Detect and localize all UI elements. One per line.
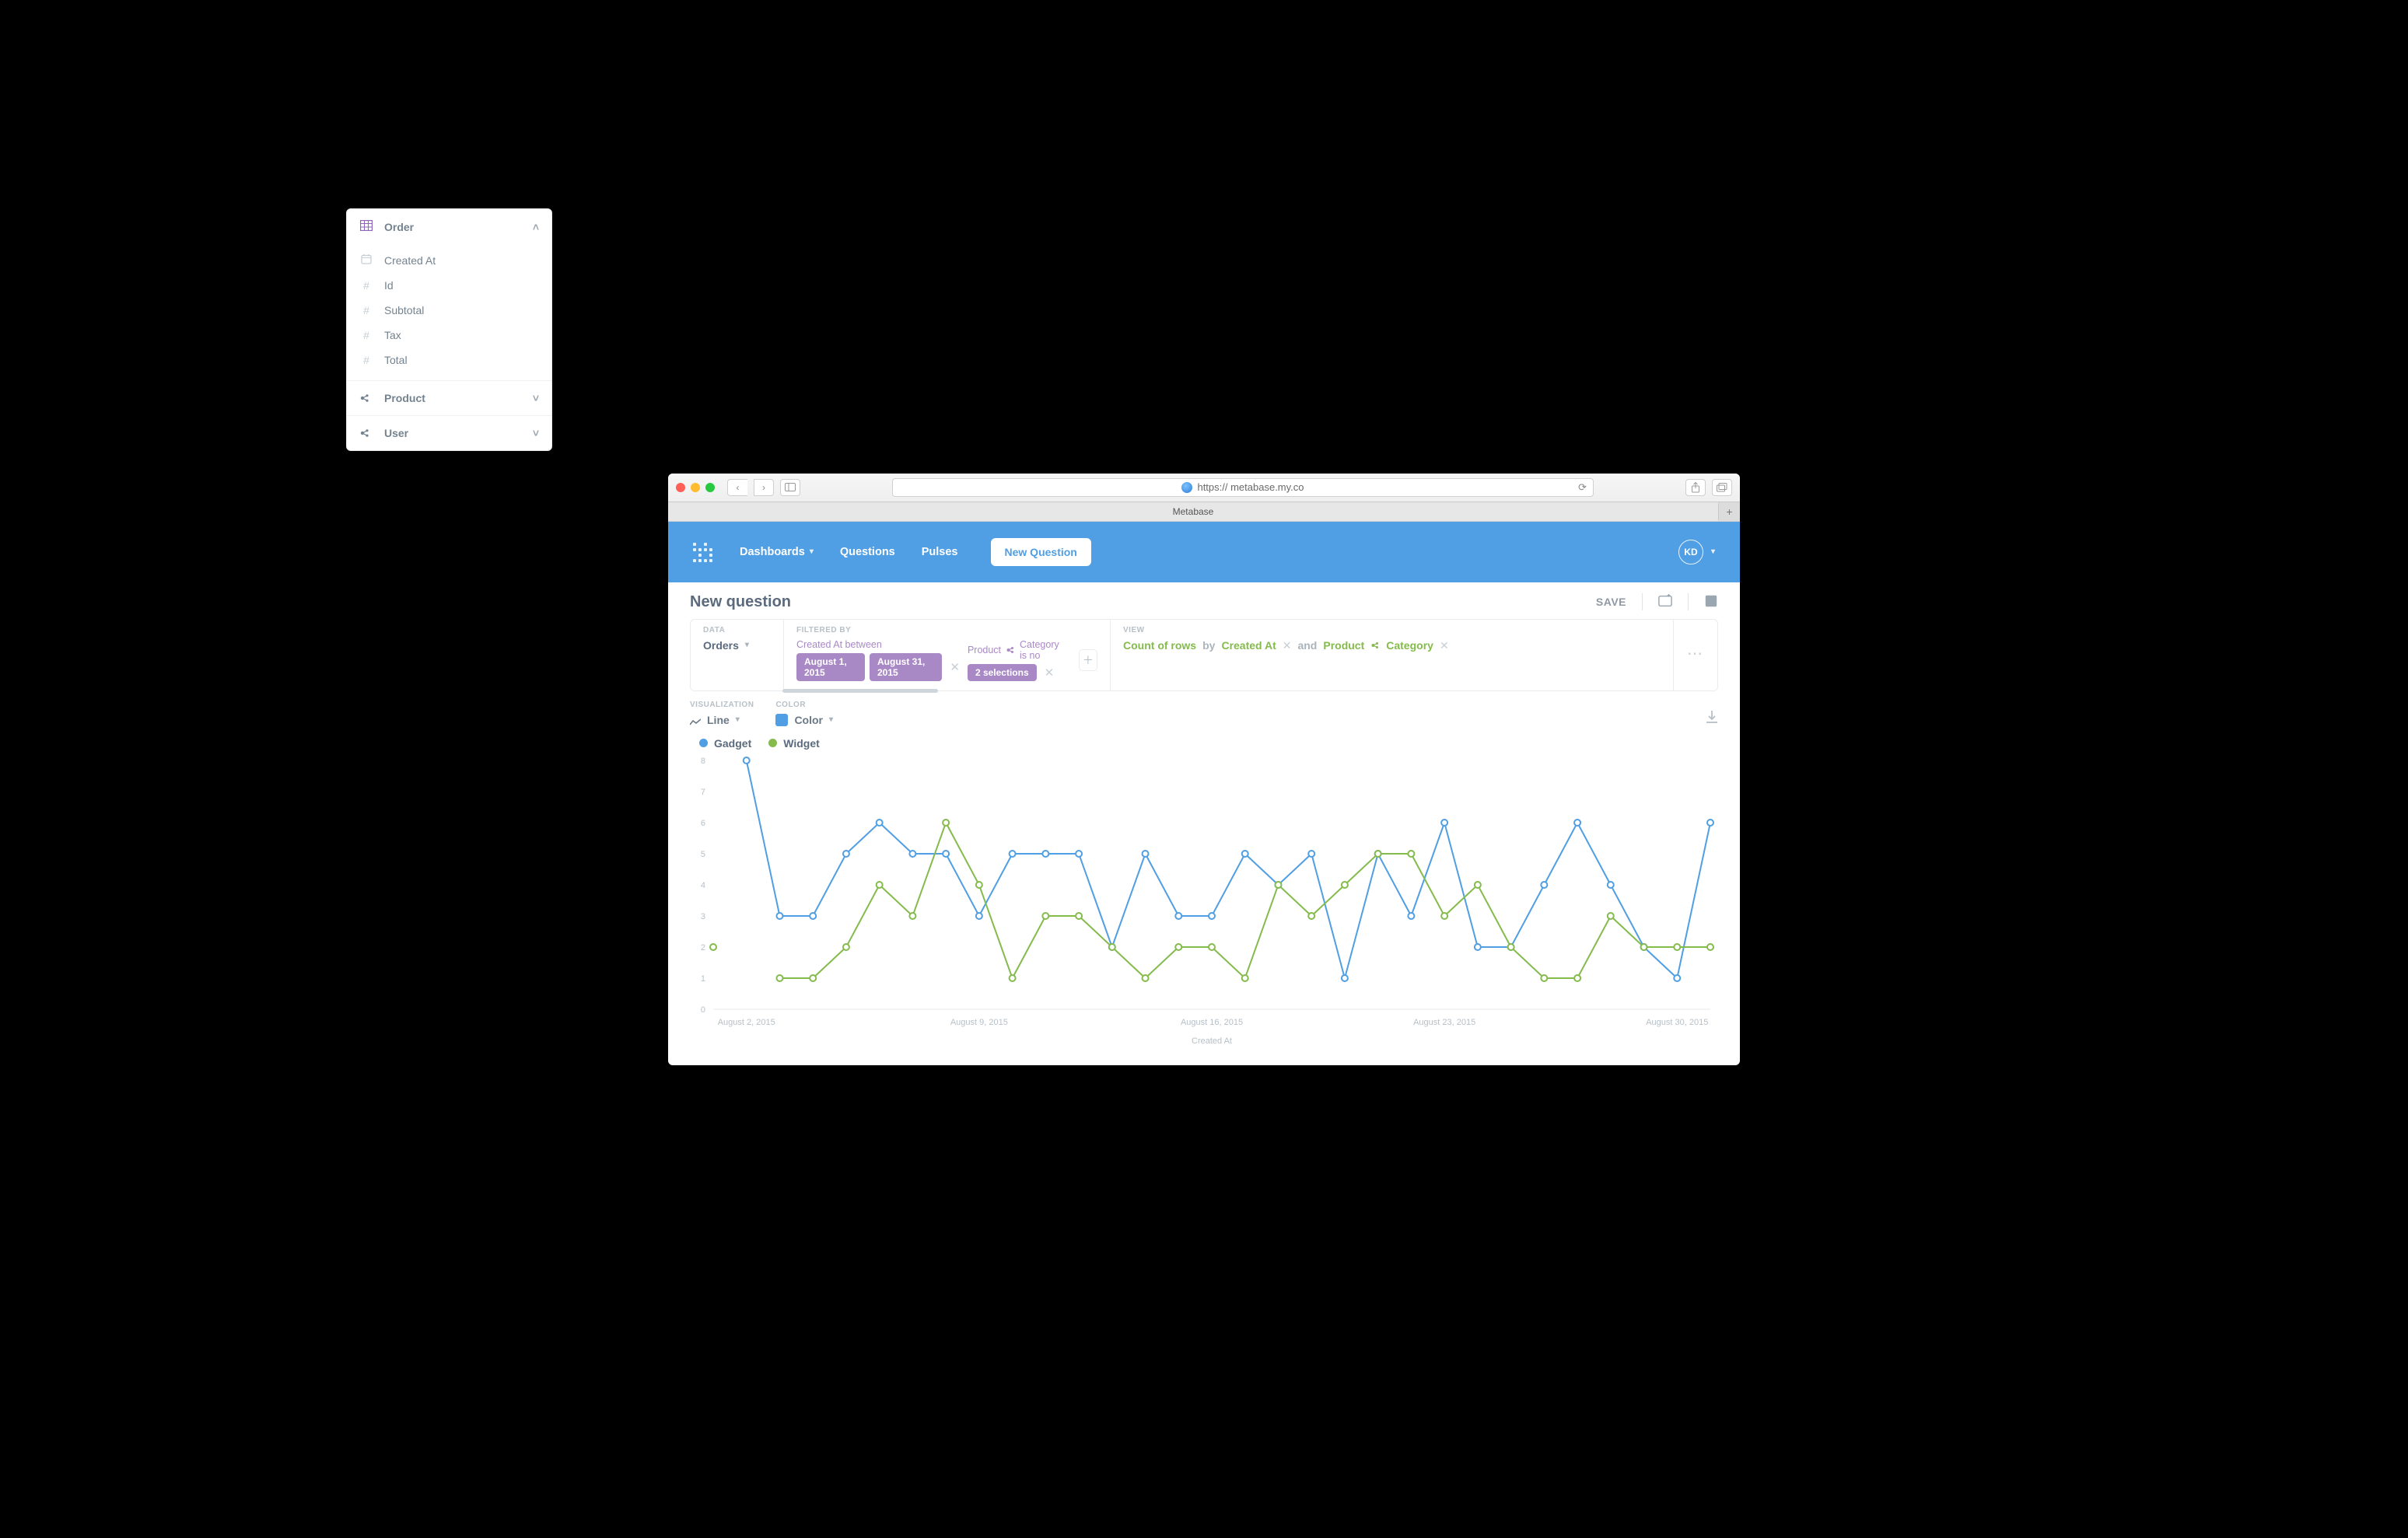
title-bar: New question SAVE	[668, 582, 1740, 619]
by-label: by	[1202, 639, 1215, 652]
nav-questions[interactable]: Questions	[840, 546, 895, 558]
nav-pulses[interactable]: Pulses	[922, 546, 958, 558]
legend-item-widget[interactable]: Widget	[768, 737, 820, 750]
filter-chip-date-end[interactable]: August 31, 2015	[870, 653, 942, 681]
remove-breakout-icon[interactable]: ✕	[1283, 639, 1292, 652]
filter-chip-selections[interactable]: 2 selections	[968, 664, 1037, 681]
url-bar[interactable]: https:// metabase.my.co ⟳	[892, 478, 1594, 497]
filter-chip-date-start[interactable]: August 1, 2015	[796, 653, 865, 681]
svg-text:Created At: Created At	[1192, 1036, 1232, 1046]
nav-dashboards-label: Dashboards	[740, 546, 805, 558]
svg-text:5: 5	[701, 850, 705, 859]
svg-text:August 16, 2015: August 16, 2015	[1181, 1018, 1243, 1027]
remove-filter-icon[interactable]: ✕	[1045, 666, 1055, 680]
svg-text:August 23, 2015: August 23, 2015	[1413, 1018, 1475, 1027]
legend-marker-icon	[768, 739, 777, 747]
data-table-selector[interactable]: Orders ▾	[703, 639, 771, 652]
breakout-created-at[interactable]: Created At	[1221, 639, 1276, 652]
join-icon	[1370, 641, 1380, 649]
more-options-button[interactable]: ⋯	[1674, 620, 1717, 690]
divider	[1642, 593, 1643, 610]
forward-button[interactable]: ›	[754, 479, 774, 496]
legend-marker-icon	[699, 739, 708, 747]
viz-label: VISUALIZATION	[690, 701, 754, 709]
svg-text:7: 7	[701, 788, 705, 797]
breakout-category[interactable]: Category	[1386, 639, 1433, 652]
browser-chrome: ‹ › https:// metabase.my.co ⟳ Metabase +	[668, 474, 1740, 522]
svg-text:8: 8	[701, 757, 705, 766]
chevron-down-icon: ▾	[736, 715, 740, 724]
download-button[interactable]	[1706, 710, 1718, 726]
breakout-product[interactable]: Product	[1323, 639, 1364, 652]
view-segment: VIEW Count of rows by Created At ✕ and P…	[1111, 620, 1674, 690]
filter-segment: FILTERED BY Created At between August 1,…	[784, 620, 1111, 690]
svg-text:0: 0	[701, 1005, 705, 1015]
new-tab-button[interactable]: +	[1718, 503, 1740, 520]
svg-text:2: 2	[701, 943, 705, 953]
data-segment: DATA Orders ▾	[691, 620, 784, 690]
filter-label: FILTERED BY	[796, 626, 1097, 634]
aggregation-count[interactable]: Count of rows	[1123, 639, 1196, 652]
add-filter-button[interactable]: ＋	[1079, 649, 1097, 671]
line-chart: 0 1 2 3 4 5 6 7 8 August 2, 2015 August 9, 2015 Aug…	[690, 753, 1718, 1048]
divider	[1688, 593, 1689, 610]
join-icon	[1006, 646, 1015, 654]
sidebar-toggle-icon[interactable]	[780, 479, 800, 496]
viz-controls: VISUALIZATION Line ▾ COLOR Color ▾	[668, 691, 1740, 729]
chevron-down-icon: ▾	[745, 641, 749, 649]
user-initials: KD	[1684, 547, 1697, 558]
nav-dashboards[interactable]: Dashboards ▾	[740, 546, 814, 558]
page-title: New question	[690, 593, 791, 611]
chevron-down-icon[interactable]: ▾	[1711, 547, 1715, 556]
filter-category-label: Category is no	[1020, 639, 1066, 661]
url-text: https:// metabase.my.co	[1197, 481, 1304, 493]
filter-product-label: Product	[968, 645, 1001, 655]
new-question-button[interactable]: New Question	[991, 538, 1091, 566]
svg-text:6: 6	[701, 819, 705, 828]
browser-window: ‹ › https:// metabase.my.co ⟳ Metabase +	[668, 474, 1740, 1065]
query-bar: DATA Orders ▾ FILTERED BY Created At bet…	[690, 619, 1718, 691]
chart-area: 0 1 2 3 4 5 6 7 8 August 2, 2015 August 9, 2015 Aug…	[668, 750, 1740, 1065]
save-button[interactable]: SAVE	[1596, 596, 1626, 608]
and-label: and	[1297, 639, 1317, 652]
browser-tab[interactable]: Metabase	[668, 502, 1718, 521]
chevron-down-icon: ▾	[829, 715, 833, 724]
chevron-down-icon: ▾	[810, 547, 814, 556]
tabs-icon[interactable]	[1712, 479, 1732, 496]
svg-text:1: 1	[701, 974, 705, 984]
svg-text:3: 3	[701, 912, 705, 921]
svg-text:August 9, 2015: August 9, 2015	[950, 1018, 1008, 1027]
remove-filter-icon[interactable]: ✕	[950, 660, 960, 674]
minimize-window-icon[interactable]	[691, 483, 700, 492]
viz-type-selector[interactable]: Line ▾	[690, 714, 754, 726]
reload-icon[interactable]: ⟳	[1578, 481, 1587, 494]
add-to-dashboard-icon[interactable]	[1658, 594, 1672, 610]
share-icon[interactable]	[1685, 479, 1706, 496]
svg-text:4: 4	[701, 881, 705, 890]
line-chart-icon	[690, 716, 701, 724]
card-icon[interactable]	[1704, 594, 1718, 610]
scroll-indicator	[782, 689, 938, 693]
remove-breakout-icon[interactable]: ✕	[1440, 639, 1449, 652]
view-label: VIEW	[1123, 626, 1661, 634]
close-window-icon[interactable]	[676, 483, 685, 492]
color-label: COLOR	[775, 701, 833, 709]
filter-created-at-label: Created At between	[796, 639, 960, 650]
svg-text:August 2, 2015: August 2, 2015	[718, 1018, 775, 1027]
user-avatar[interactable]: KD	[1678, 540, 1703, 565]
chart-legend: Gadget Widget	[668, 729, 1740, 750]
window-controls	[676, 483, 715, 492]
data-label: DATA	[703, 626, 771, 634]
nav-questions-label: Questions	[840, 546, 895, 558]
svg-text:August 30, 2015: August 30, 2015	[1646, 1018, 1708, 1027]
metabase-logo-icon[interactable]	[693, 543, 712, 561]
back-button[interactable]: ‹	[727, 479, 747, 496]
color-selector[interactable]: Color ▾	[775, 714, 833, 726]
maximize-window-icon[interactable]	[705, 483, 715, 492]
app-header: Dashboards ▾ Questions Pulses New Questi…	[668, 522, 1740, 582]
globe-icon	[1181, 482, 1192, 493]
legend-item-gadget[interactable]: Gadget	[699, 737, 751, 750]
nav-pulses-label: Pulses	[922, 546, 958, 558]
color-swatch-icon	[775, 714, 788, 726]
